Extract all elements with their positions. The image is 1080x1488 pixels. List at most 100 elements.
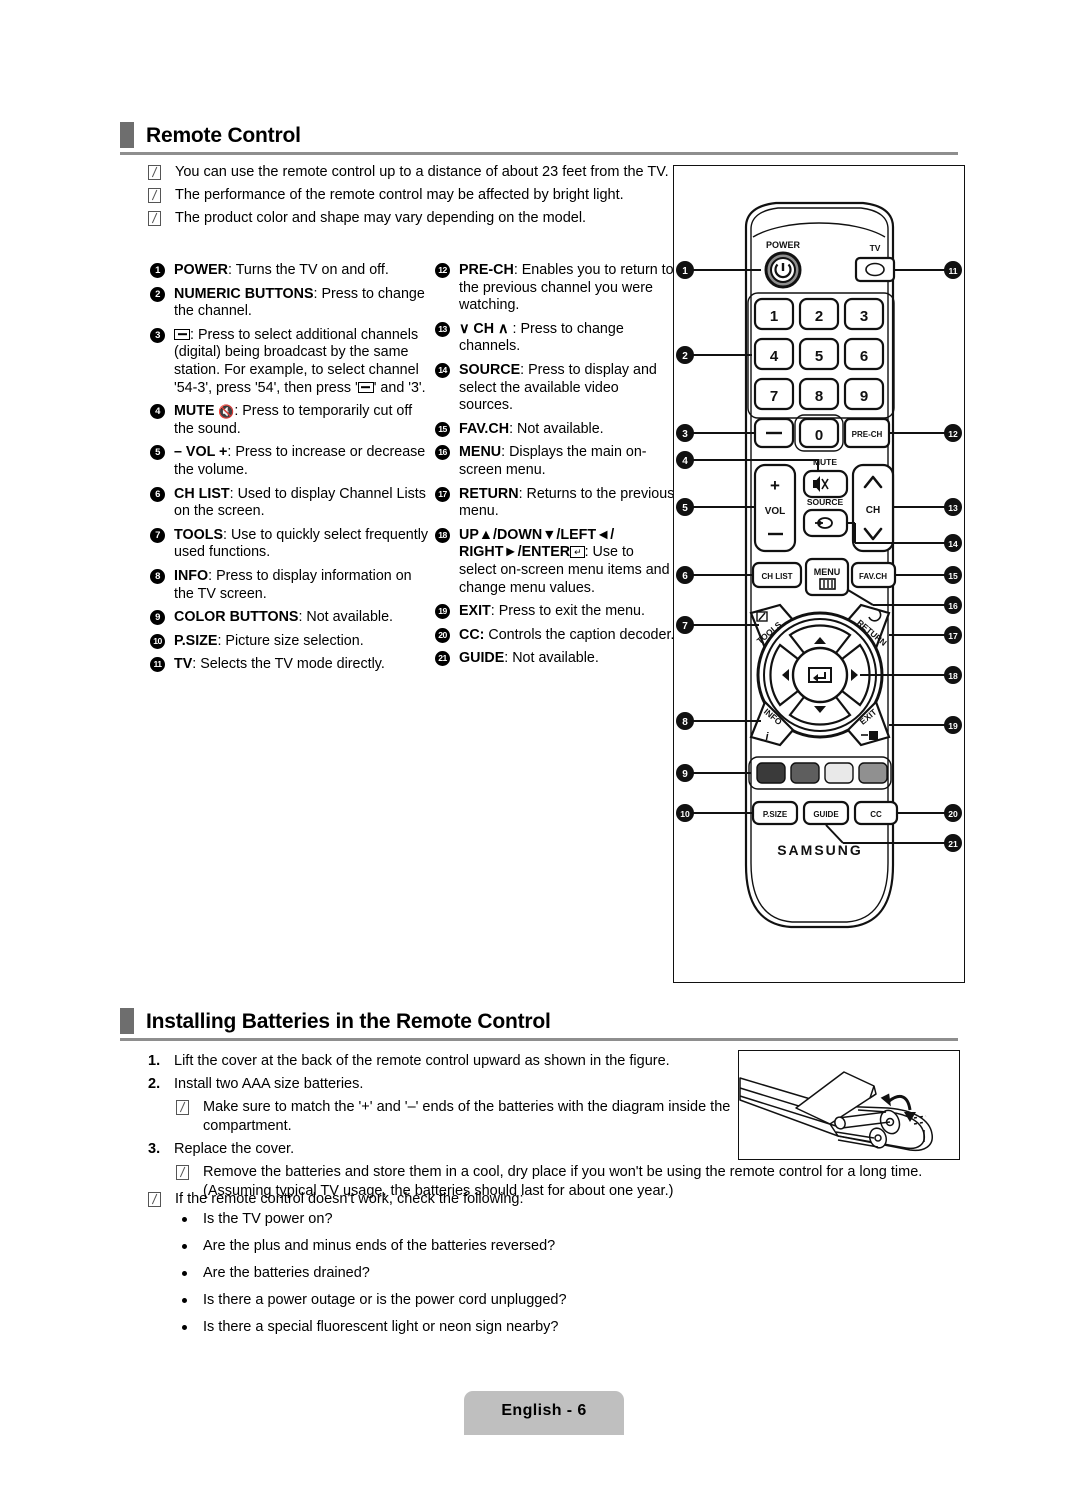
step-number: 2.: [148, 1076, 161, 1092]
callout-item: 4 MUTE 🔇: Press to temporarily cut off th…: [150, 403, 430, 438]
callout-text: : Press to select additional channels (d…: [174, 326, 426, 396]
note-pencil-icon: [148, 165, 161, 180]
callout-text: TOOLS: Use to quickly select frequently …: [174, 526, 429, 561]
callout-number-badge: 5: [150, 445, 165, 461]
dash-key-icon: [174, 328, 190, 340]
troubleshoot-checklist: Is the TV power on? Are the plus and minu…: [182, 1210, 567, 1345]
callout-item: 1 POWER: Turns the TV on and off.: [150, 262, 430, 280]
callout-text: P.SIZE: Picture size selection.: [174, 632, 364, 649]
step-number: 3.: [148, 1141, 161, 1157]
callout-number-badge: 10: [150, 633, 165, 649]
svg-text:6: 6: [682, 571, 688, 582]
svg-text:19: 19: [948, 721, 958, 731]
callout-item: 3 : Press to select additional channels (…: [150, 327, 430, 397]
callout-text: UP▲/DOWN▼/LEFT◄/ RIGHT►/ENTER ↵: Use to s…: [459, 526, 670, 596]
callout-label: UP▲/DOWN▼/LEFT◄/ RIGHT►/ENTER: [459, 526, 615, 561]
remote-key-5: 5: [815, 348, 823, 365]
color-button-1: [756, 762, 786, 784]
remote-chlist-label: CH LIST: [761, 572, 792, 581]
callout-item: 17 RETURN: Returns to the previous menu.: [435, 486, 675, 521]
checklist-text: Are the batteries drained?: [203, 1265, 370, 1281]
callout-text: COLOR BUTTONS: Not available.: [174, 609, 394, 626]
step-text: Install two AAA size batteries.: [174, 1076, 364, 1092]
remote-guide-label: GUIDE: [813, 810, 839, 819]
callout-item: 8 INFO: Press to display information on t…: [150, 568, 430, 603]
step-note: Make sure to match the '+' and '–' ends …: [176, 1098, 776, 1136]
mute-icon: 🔇: [214, 404, 235, 420]
bullet-icon: [182, 1325, 187, 1330]
callout-number-badge: 20: [435, 627, 450, 643]
callout-number-badge: 1: [150, 263, 165, 278]
svg-text:14: 14: [948, 539, 958, 549]
checklist-text: Is there a special fluorescent light or …: [203, 1319, 559, 1335]
enter-key-icon: ↵: [570, 546, 585, 559]
dash-key-icon: [357, 381, 374, 393]
remote-mute-label: MUTE: [813, 457, 837, 467]
callout-number-badge: 16: [435, 445, 450, 461]
remote-key-0: 0: [815, 427, 823, 444]
callout-text: TV: Selects the TV mode directly.: [174, 656, 385, 673]
callout-text: GUIDE: Not available.: [459, 650, 599, 667]
remote-source-label: SOURCE: [807, 497, 844, 507]
callout-label: CH LIST: [174, 485, 230, 502]
callout-text: CC: Controls the caption decoder.: [459, 626, 675, 643]
remote-ch-label: CH: [866, 505, 880, 516]
svg-text:3: 3: [682, 429, 688, 440]
note-text: If the remote control doesn't work, chec…: [175, 1191, 524, 1207]
intro-notes-list: You can use the remote control up to a d…: [148, 163, 688, 232]
callout-text: SOURCE: Press to display and select the …: [459, 361, 657, 414]
callout-number-badge: 3: [150, 327, 165, 343]
callout-number-badge: 7: [150, 527, 165, 543]
remote-vol-label: VOL: [765, 506, 786, 517]
heading-rule-remote-control: [120, 152, 958, 155]
remote-key-8: 8: [815, 388, 823, 405]
page-title: Remote Control: [146, 124, 301, 147]
callout-item: 7 TOOLS: Use to quickly select frequently…: [150, 527, 430, 562]
step-text: Lift the cover at the back of the remote…: [174, 1053, 670, 1069]
callout-label: – VOL +: [174, 444, 228, 461]
callout-number-badge: 12: [435, 263, 450, 278]
note-pencil-icon: [148, 211, 161, 226]
svg-text:5: 5: [682, 503, 688, 514]
step-text: Replace the cover.: [174, 1141, 295, 1157]
remote-cc-label: CC: [870, 810, 882, 819]
callout-label: TOOLS: [174, 526, 223, 543]
callout-number-badge: 9: [150, 610, 165, 626]
callout-number-badge: 11: [150, 657, 165, 673]
callout-label: P.SIZE: [174, 632, 218, 649]
section-title: Installing Batteries in the Remote Contr…: [146, 1010, 551, 1033]
manual-page: Remote Control You can use the remote co…: [0, 0, 1080, 1488]
callout-number-badge: 6: [150, 486, 165, 502]
remote-prech-label: PRE-CH: [852, 430, 883, 439]
remote-control-diagram: .ol { fill:#fff; stroke:#111; stroke-wid…: [676, 201, 962, 929]
remote-key-6: 6: [860, 348, 868, 365]
callout-list-left: 1 POWER: Turns the TV on and off. 2 NUMERIC…: [150, 262, 430, 680]
checklist-item: Is there a power outage or is the power …: [182, 1291, 567, 1310]
callout-item: 21 GUIDE: Not available.: [435, 650, 675, 668]
note-item: You can use the remote control up to a d…: [148, 163, 688, 182]
remote-tv-label: TV: [870, 243, 881, 253]
svg-text:18: 18: [948, 671, 958, 681]
callout-text: RETURN: Returns to the previous menu.: [459, 485, 675, 520]
callout-label: EXIT: [459, 603, 491, 620]
callout-label: NUMERIC BUTTONS: [174, 285, 314, 302]
remote-vol-plus-label: +: [770, 476, 780, 495]
checklist-item: Is the TV power on?: [182, 1210, 567, 1229]
svg-text:4: 4: [682, 456, 688, 467]
svg-text:17: 17: [948, 631, 958, 641]
note-pencil-icon: [176, 1165, 189, 1180]
remote-key-1: 1: [770, 308, 778, 325]
checklist-item: Are the plus and minus ends of the batte…: [182, 1237, 567, 1256]
callout-text: CH LIST: Used to display Channel Lists o…: [174, 485, 426, 520]
callout-number-badge: 21: [435, 651, 450, 667]
svg-text:13: 13: [948, 503, 958, 513]
callout-number-badge: 8: [150, 568, 165, 584]
battery-installation-figure: [739, 1071, 933, 1152]
note-pencil-icon: [148, 1192, 161, 1207]
callout-text: ∨ CH ∧ : Press to change channels.: [459, 320, 624, 355]
callout-text: NUMERIC BUTTONS: Press to change the cha…: [174, 285, 425, 320]
note-text: Make sure to match the '+' and '–' ends …: [203, 1099, 731, 1134]
callout-number-badge: 2: [150, 286, 165, 302]
svg-text:1: 1: [682, 266, 688, 277]
step-number: 1.: [148, 1053, 161, 1069]
